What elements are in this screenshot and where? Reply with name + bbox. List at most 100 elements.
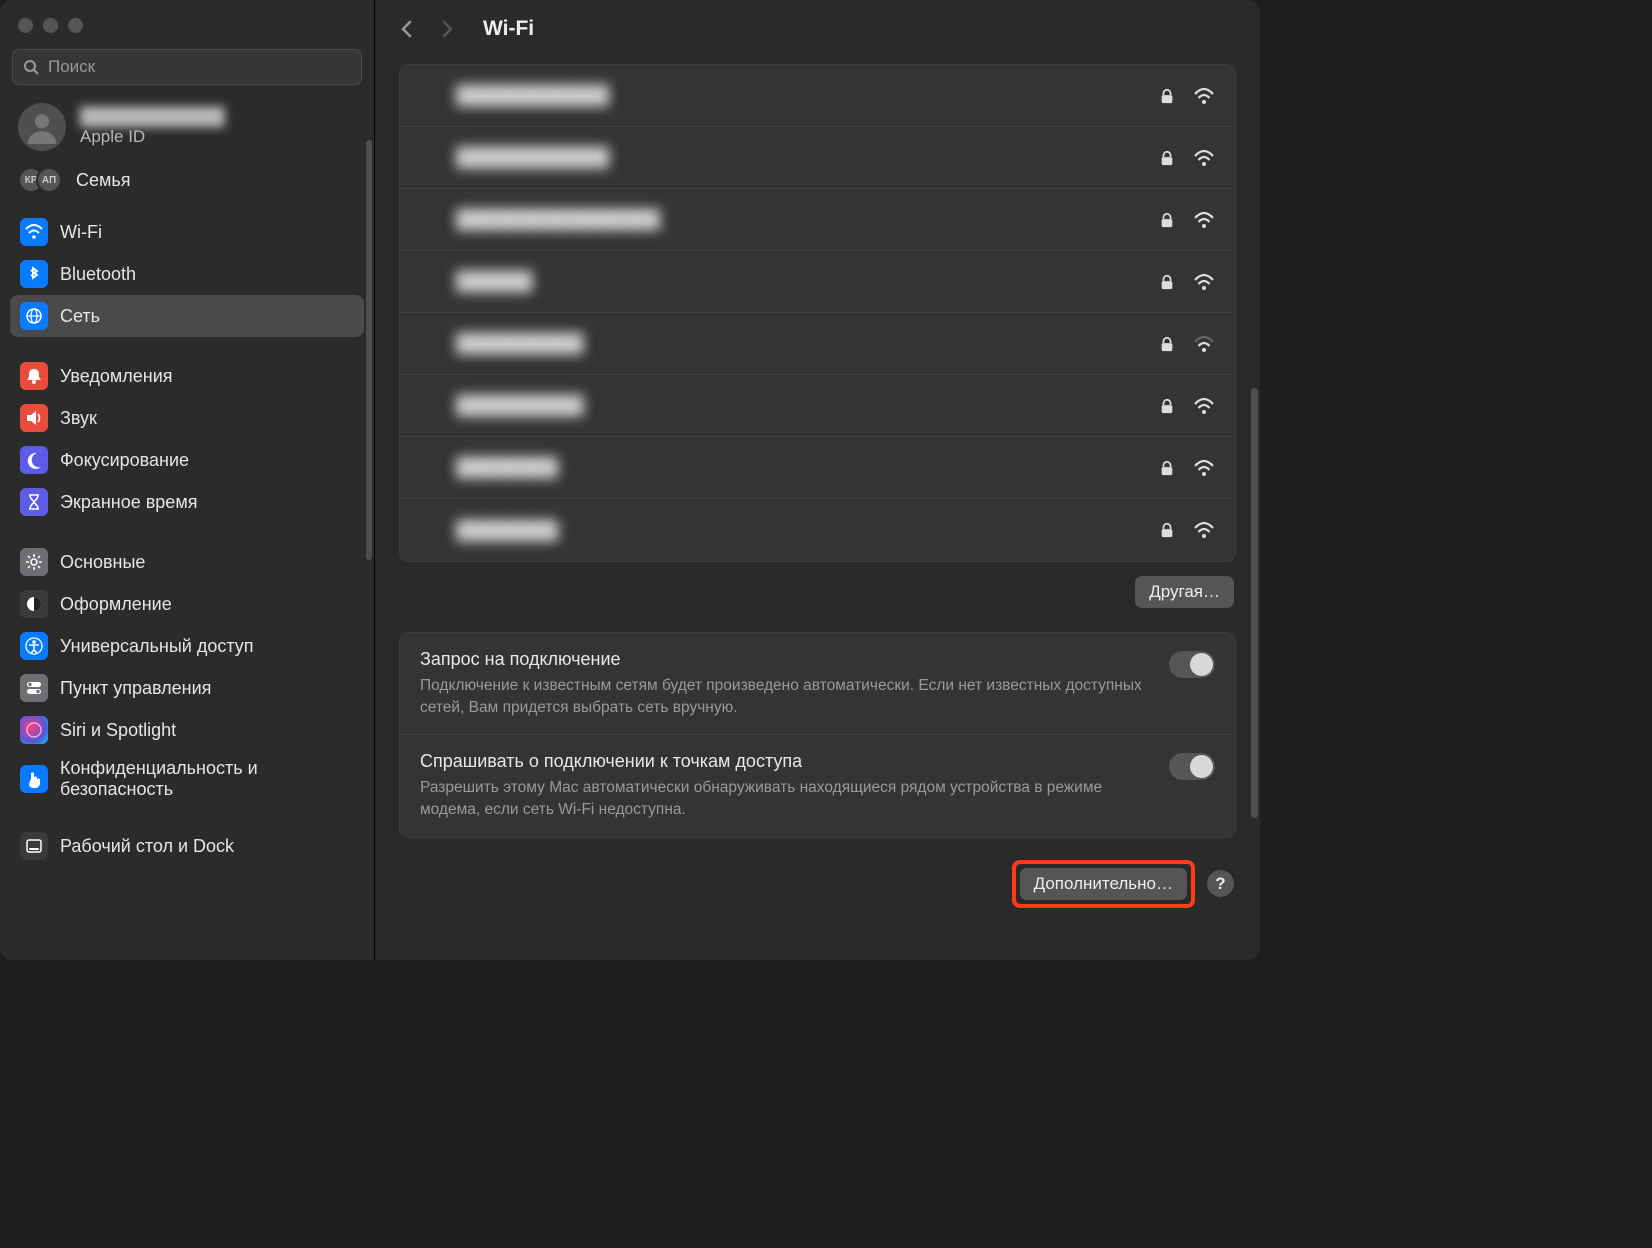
minimize-button[interactable] [43,18,58,33]
option-hotspot: Спрашивать о подключении к точкам доступ… [400,735,1235,836]
toggle-ask-to-join[interactable] [1169,651,1215,678]
network-name: ████████████ [456,85,1159,106]
chevron-left-icon [397,19,417,39]
close-button[interactable] [18,18,33,33]
wifi-signal-icon [1193,87,1215,105]
sidebar-item-focus[interactable]: Фокусирование [10,439,364,481]
sidebar-item-privacy[interactable]: Конфиденциальность и безопасность [10,751,364,807]
search-placeholder: Поиск [48,57,95,77]
wifi-signal-icon [1193,211,1215,229]
account-name: ████████████ [80,107,225,127]
sidebar-item-controlcenter[interactable]: Пункт управления [10,667,364,709]
sidebar-item-bluetooth[interactable]: Bluetooth [10,253,364,295]
sidebar-item-label: Wi-Fi [60,222,102,243]
sidebar-item-label: Рабочий стол и Dock [60,836,234,857]
sidebar-item-label: Экранное время [60,492,197,513]
sidebar-item-screentime[interactable]: Экранное время [10,481,364,523]
search-input[interactable]: Поиск [12,49,362,85]
sidebar-item-label: Универсальный доступ [60,636,254,657]
account-row[interactable]: ████████████ Apple ID [0,97,374,161]
network-name: ██████████ [456,395,1159,416]
sidebar-scrollbar[interactable] [366,140,372,560]
sidebar: Поиск ████████████ Apple ID КР АП Семья … [0,0,375,960]
network-row[interactable]: ████████████████ [400,189,1235,251]
wifi-signal-icon [1193,335,1215,353]
person-icon [25,110,59,144]
family-row[interactable]: КР АП Семья [0,161,374,211]
network-name: ██████ [456,271,1159,292]
lock-icon [1159,459,1175,477]
sidebar-item-network[interactable]: Сеть [10,295,364,337]
bell-icon [20,362,48,390]
sidebar-item-label: Основные [60,552,145,573]
zoom-button[interactable] [68,18,83,33]
network-name: ██████████ [456,333,1159,354]
page-title: Wi-Fi [483,17,534,41]
network-name: ████████ [456,457,1159,478]
sidebar-item-label: Оформление [60,594,172,615]
sidebar-item-notifications[interactable]: Уведомления [10,355,364,397]
help-button[interactable]: ? [1207,870,1234,897]
wifi-icon [20,218,48,246]
header: Wi-Fi [375,0,1260,58]
sidebar-item-label: Конфиденциальность и безопасность [60,758,354,800]
gear-icon [20,548,48,576]
siri-icon [20,716,48,744]
bluetooth-icon [20,260,48,288]
switches-icon [20,674,48,702]
lock-icon [1159,273,1175,291]
network-row[interactable]: ██████████ [400,375,1235,437]
lock-icon [1159,149,1175,167]
network-row[interactable]: ██████████ [400,313,1235,375]
globe-icon [20,302,48,330]
search-icon [23,59,40,76]
hand-icon [20,765,48,793]
network-row[interactable]: ████████████ [400,127,1235,189]
option-desc: Подключение к известным сетям будет прои… [420,675,1153,718]
forward-button[interactable] [433,15,461,43]
networks-panel: ████████████ ████████████ ██████████████… [399,64,1236,562]
wifi-signal-icon [1193,149,1215,167]
main-panel: Wi-Fi ████████████ ████████████ ████████… [375,0,1260,960]
network-name: ████████████████ [456,209,1159,230]
wifi-signal-icon [1193,273,1215,291]
speaker-icon [20,404,48,432]
wifi-signal-icon [1193,397,1215,415]
sidebar-item-accessibility[interactable]: Универсальный доступ [10,625,364,667]
option-desc: Разрешить этому Mac автоматически обнару… [420,777,1153,820]
sidebar-item-general[interactable]: Основные [10,541,364,583]
network-row[interactable]: ██████ [400,251,1235,313]
window-controls [0,10,374,45]
network-name: ████████ [456,520,1159,541]
sidebar-item-siri[interactable]: Siri и Spotlight [10,709,364,751]
content: ████████████ ████████████ ██████████████… [375,58,1260,960]
sidebar-item-sound[interactable]: Звук [10,397,364,439]
lock-icon [1159,87,1175,105]
sidebar-item-label: Сеть [60,306,100,327]
sidebar-item-label: Звук [60,408,97,429]
moon-icon [20,446,48,474]
family-badges: КР АП [18,167,62,193]
network-row[interactable]: ████████ [400,437,1235,499]
sidebar-item-wifi[interactable]: Wi-Fi [10,211,364,253]
network-row[interactable]: ████████████ [400,65,1235,127]
sidebar-item-appearance[interactable]: Оформление [10,583,364,625]
toggle-hotspot[interactable] [1169,753,1215,780]
lock-icon [1159,397,1175,415]
lock-icon [1159,211,1175,229]
sidebar-item-desktop[interactable]: Рабочий стол и Dock [10,825,364,867]
advanced-button[interactable]: Дополнительно… [1020,868,1187,900]
content-scrollbar[interactable] [1251,388,1258,818]
other-network-button[interactable]: Другая… [1135,576,1234,608]
appearance-icon [20,590,48,618]
hourglass-icon [20,488,48,516]
back-button[interactable] [393,15,421,43]
wifi-signal-icon [1193,521,1215,539]
network-name: ████████████ [456,147,1159,168]
options-panel: Запрос на подключение Подключение к изве… [399,632,1236,838]
sidebar-item-label: Bluetooth [60,264,136,285]
network-row[interactable]: ████████ [400,499,1235,561]
lock-icon [1159,335,1175,353]
option-title: Запрос на подключение [420,649,1153,670]
sidebar-item-label: Siri и Spotlight [60,720,176,741]
